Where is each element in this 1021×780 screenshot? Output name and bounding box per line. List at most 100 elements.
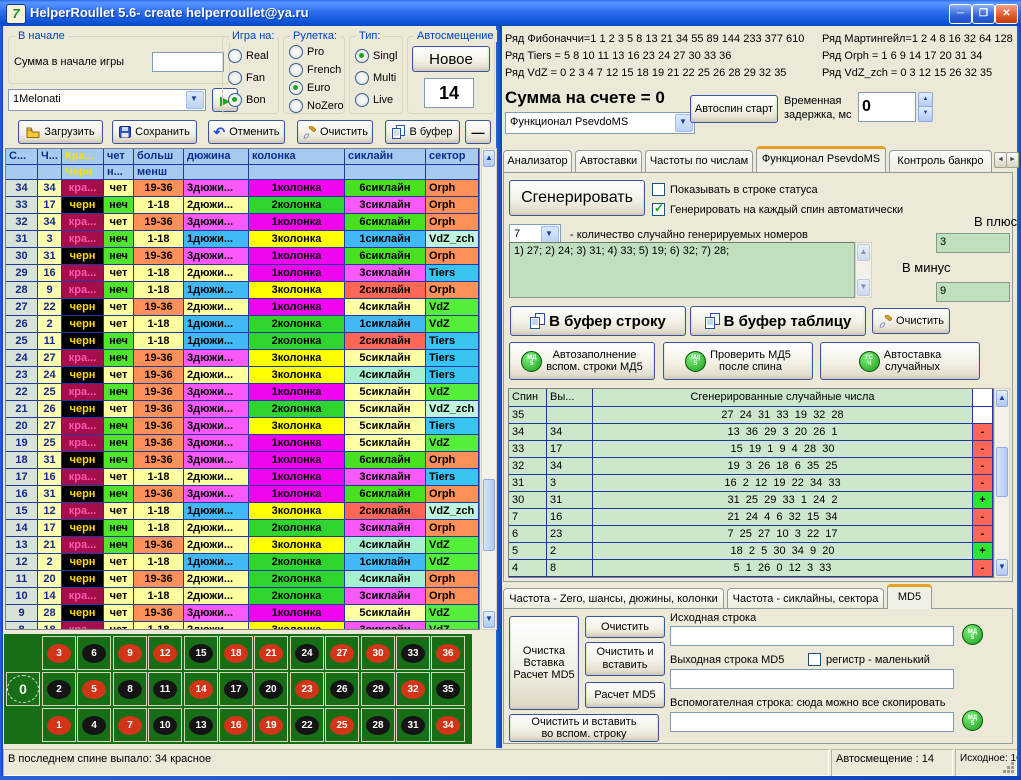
scroll-up-icon[interactable]: ▲	[857, 244, 870, 261]
board-cell-26[interactable]: 26	[325, 672, 359, 706]
table-row[interactable]: 3434кра...чет19-363дюжи...1колонка6сикла…	[6, 180, 479, 197]
load-button[interactable]: Загрузить	[18, 120, 103, 144]
md5-calc-source-icon[interactable]: МД5	[962, 624, 983, 645]
spin-table-row[interactable]: 31316 2 12 19 22 34 33-	[509, 475, 993, 492]
board-cell-22[interactable]: 22	[290, 708, 324, 742]
table-row[interactable]: 1120чернчет19-362дюжи...2колонка4сиклайн…	[6, 571, 479, 588]
board-cell-24[interactable]: 24	[290, 636, 324, 670]
radio-live[interactable]: Live	[355, 89, 402, 111]
radio-singl[interactable]: Singl	[355, 45, 402, 67]
md5-source-input[interactable]	[670, 626, 954, 646]
textarea-scrollbar[interactable]: ▲ ▼	[855, 242, 872, 298]
table-row[interactable]: 1512кра...чет1-181дюжи...3колонка2сиклай…	[6, 503, 479, 520]
history-table-scrollbar[interactable]: ▲ ▼	[481, 148, 497, 630]
table-row[interactable]: 262чернчет1-181дюжи...2колонка1сиклайнVd…	[6, 316, 479, 333]
md5-clear-paste-aux-button[interactable]: Очистить и вставитьво вспом. строку	[509, 714, 659, 742]
spin-table-row[interactable]: 331715 19 1 9 4 28 30-	[509, 441, 993, 458]
board-cell-8[interactable]: 8	[113, 672, 147, 706]
board-cell-0[interactable]: 0	[6, 672, 40, 706]
board-cell-32[interactable]: 32	[396, 672, 430, 706]
board-cell-7[interactable]: 7	[113, 708, 147, 742]
checkbox-icon[interactable]	[652, 183, 665, 196]
board-cell-14[interactable]: 14	[184, 672, 218, 706]
spin-table-row[interactable]: 3527 24 31 33 19 32 28	[509, 407, 993, 424]
board-cell-30[interactable]: 30	[361, 636, 395, 670]
radio-icon[interactable]	[289, 63, 303, 77]
board-cell-5[interactable]: 5	[77, 672, 111, 706]
table-row[interactable]: 2427кра...неч19-363дюжи...3колонка5сикла…	[6, 350, 479, 367]
buffer-line-button[interactable]: В буфер строку	[510, 306, 686, 336]
table-row[interactable]: 1014кра...чет1-182дюжи...2колонка3сиклай…	[6, 588, 479, 605]
md5-check-button[interactable]: МД5 Проверить МД5после спина	[663, 342, 813, 380]
tab-Частота - Zero, шансы, дюжины, колонки[interactable]: Частота - Zero, шансы, дюжины, колонки	[503, 588, 724, 609]
tab-Функционал PsevdoMS[interactable]: Функционал PsevdoMS	[756, 146, 886, 172]
table-row[interactable]: 2511черннеч1-181дюжи...2колонка2сиклайнT…	[6, 333, 479, 350]
save-button[interactable]: Сохранить	[112, 120, 197, 144]
tab-Частота - сиклайны, сектора[interactable]: Частота - сиклайны, сектора	[727, 588, 884, 609]
board-cell-23[interactable]: 23	[290, 672, 324, 706]
spin-table-row[interactable]: 6237 25 27 10 3 22 17-	[509, 526, 993, 543]
md5-autofill-button[interactable]: МД5 Автозаполнениевспом. строки МД5	[509, 342, 655, 380]
tab-MD5[interactable]: MD5	[887, 584, 932, 609]
md5-aux-input[interactable]	[670, 712, 954, 732]
minimize-button[interactable]: ─	[949, 4, 972, 24]
undo-button[interactable]: ↶ Отменить	[208, 120, 285, 144]
radio-icon[interactable]	[289, 45, 303, 59]
to-buffer-button[interactable]: В буфер	[385, 120, 460, 144]
board-cell-2[interactable]: 2	[42, 672, 76, 706]
radio-fan[interactable]: Fan	[228, 67, 278, 89]
table-row[interactable]: 3031черннеч19-363дюжи...1колонка6сиклайн…	[6, 248, 479, 265]
table-row[interactable]: 2722чернчет19-362дюжи...1колонка4сиклайн…	[6, 299, 479, 316]
start-sum-input[interactable]	[152, 52, 224, 72]
clear-generated-button[interactable]: Очистить	[872, 308, 950, 334]
radio-french[interactable]: French	[289, 61, 344, 79]
scroll-down-icon[interactable]: ▼	[483, 611, 495, 628]
plus-input[interactable]: 3	[936, 233, 1010, 253]
board-cell-29[interactable]: 29	[361, 672, 395, 706]
radio-icon[interactable]	[355, 49, 369, 63]
tab-Автоставки[interactable]: Автоставки	[575, 150, 642, 172]
board-cell-13[interactable]: 13	[184, 708, 218, 742]
md5-case-checkbox[interactable]: регистр - маленький	[808, 653, 930, 666]
radio-multi[interactable]: Multi	[355, 67, 402, 89]
board-cell-9[interactable]: 9	[113, 636, 147, 670]
spin-scroll-thumb[interactable]	[996, 447, 1008, 497]
board-cell-16[interactable]: 16	[219, 708, 253, 742]
md5-clear-button[interactable]: Очистить	[585, 616, 665, 638]
scroll-down-icon[interactable]: ▼	[996, 559, 1008, 576]
board-cell-34[interactable]: 34	[431, 708, 465, 742]
table-row[interactable]: 3234кра...чет19-363дюжи...1колонка6сикла…	[6, 214, 479, 231]
radio-icon[interactable]	[228, 71, 242, 85]
delay-spinner[interactable]: ▲ ▼	[917, 92, 934, 122]
spin-table-row[interactable]: СпинВы...Сгенерированные случайные числа	[509, 389, 993, 407]
scroll-up-icon[interactable]: ▲	[483, 150, 495, 167]
board-cell-1[interactable]: 1	[42, 708, 76, 742]
spin-table-scrollbar[interactable]: ▲ ▼	[994, 388, 1010, 578]
spin-table-row[interactable]: 485 1 26 0 12 3 33-	[509, 560, 993, 577]
board-cell-11[interactable]: 11	[148, 672, 182, 706]
table-row[interactable]: 1417черннеч1-182дюжи...2колонка3сиклайнO…	[6, 520, 479, 537]
board-cell-35[interactable]: 35	[431, 672, 465, 706]
radio-icon[interactable]	[228, 49, 242, 63]
table-row[interactable]: 1321кра...неч19-362дюжи...3колонка4сикла…	[6, 537, 479, 554]
table-row[interactable]: С...Ч...Кра...четбольшдюжинаколонкасикла…	[6, 149, 479, 165]
table-row[interactable]: 2916кра...чет1-182дюжи...1колонка3сиклай…	[6, 265, 479, 282]
board-cell-31[interactable]: 31	[396, 708, 430, 742]
table-row[interactable]: 928чернчет19-363дюжи...1колонка5сиклайнV…	[6, 605, 479, 622]
board-cell-15[interactable]: 15	[184, 636, 218, 670]
close-button[interactable]: ✕	[995, 4, 1018, 24]
scroll-up-icon[interactable]: ▲	[996, 390, 1008, 407]
new-button[interactable]: Новое	[412, 46, 490, 72]
tab-Анализатор[interactable]: Анализатор	[503, 150, 572, 172]
board-cell-27[interactable]: 27	[325, 636, 359, 670]
table-row[interactable]: 2225кра...неч19-363дюжи...1колонка5сикла…	[6, 384, 479, 401]
radio-bon[interactable]: Bon	[228, 89, 278, 111]
spin-table-row[interactable]: 323419 3 26 18 6 35 25-	[509, 458, 993, 475]
spinner-down-icon[interactable]: ▼	[918, 106, 933, 122]
md5-calc-button[interactable]: Расчет MD5	[585, 682, 665, 708]
radio-euro[interactable]: Euro	[289, 79, 344, 97]
radio-icon[interactable]	[355, 93, 369, 107]
table-row[interactable]: 1631черннеч19-363дюжи...1колонка6сиклайн…	[6, 486, 479, 503]
minus-input[interactable]: 9	[936, 282, 1010, 302]
radio-pro[interactable]: Pro	[289, 43, 344, 61]
